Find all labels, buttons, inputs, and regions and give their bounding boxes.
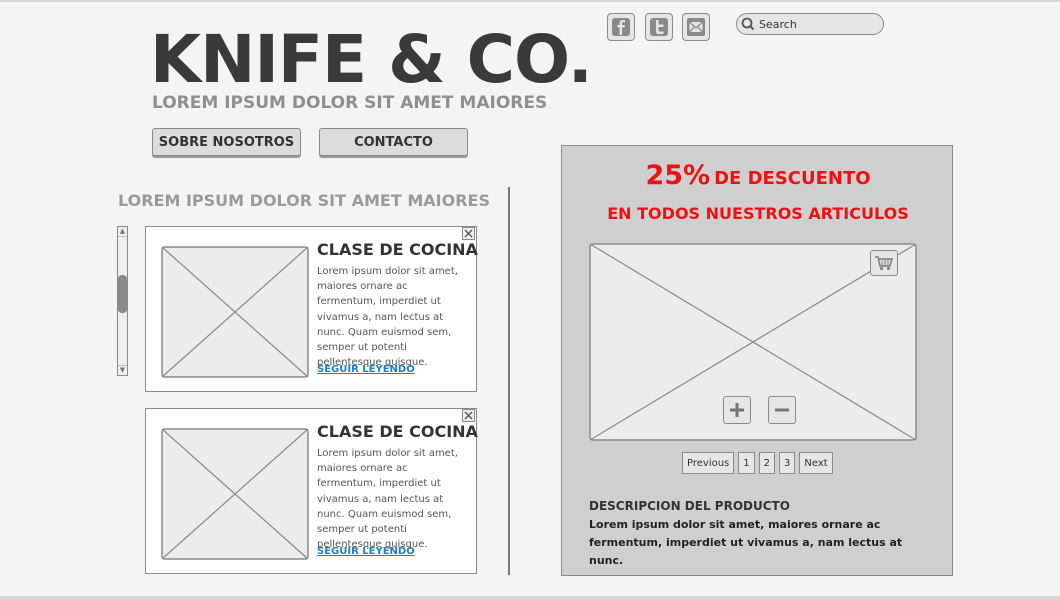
search-box[interactable] <box>736 13 884 35</box>
mail-button[interactable] <box>682 13 710 41</box>
shopping-cart-icon <box>875 256 893 270</box>
site-logo[interactable]: KNIFE & CO. <box>150 22 593 98</box>
scroll-thumb[interactable] <box>118 275 127 313</box>
minus-icon <box>775 408 789 412</box>
scrollbar[interactable]: ▲ ▼ <box>117 226 128 376</box>
section-heading: LOREM IPSUM DOLOR SIT AMET MAIORES <box>118 191 490 210</box>
zoom-out-button[interactable] <box>768 396 796 424</box>
read-more-link[interactable]: SEGUIR LEYENDO <box>317 546 415 557</box>
top-border <box>0 0 1060 2</box>
search-input[interactable] <box>759 17 869 31</box>
twitter-icon <box>650 18 668 36</box>
article-title: CLASE DE COCINA <box>317 240 478 259</box>
product-description-text: Lorem ipsum dolor sit amet, maiores orna… <box>589 518 903 567</box>
article-text: Lorem ipsum dolor sit amet, maiores orna… <box>317 266 458 369</box>
product-image-placeholder <box>589 243 917 441</box>
pagination: Previous 1 2 3 Next <box>682 452 833 474</box>
site-tagline: LOREM IPSUM DOLOR SIT AMET MAIORES <box>152 93 548 113</box>
article-text: Lorem ipsum dolor sit amet, maiores orna… <box>317 448 458 551</box>
promo-headline: 25% DE DESCUENTO <box>562 160 954 191</box>
search-icon <box>741 17 755 31</box>
scroll-down-icon[interactable]: ▼ <box>118 365 127 375</box>
facebook-button[interactable] <box>607 13 635 41</box>
mail-icon <box>687 18 705 36</box>
plus-icon <box>730 403 744 417</box>
next-page-button[interactable]: Next <box>799 452 833 474</box>
facebook-icon <box>612 18 630 36</box>
promo-panel: 25% DE DESCUENTO EN TODOS NUESTROS ARTICU… <box>561 145 953 576</box>
page-1-button[interactable]: 1 <box>738 452 755 474</box>
page-3-button[interactable]: 3 <box>779 452 796 474</box>
previous-page-button[interactable]: Previous <box>682 452 735 474</box>
read-more-link[interactable]: SEGUIR LEYENDO <box>317 364 415 375</box>
discount-label: DE DESCUENTO <box>714 168 871 189</box>
article-card: CLASE DE COCINA Lorem ipsum dolor sit am… <box>145 226 478 392</box>
scroll-up-icon[interactable]: ▲ <box>118 227 127 237</box>
close-icon[interactable] <box>462 409 475 422</box>
article-card: CLASE DE COCINA Lorem ipsum dolor sit am… <box>145 408 478 574</box>
zoom-in-button[interactable] <box>723 396 751 424</box>
page-2-button[interactable]: 2 <box>758 452 776 474</box>
promo-subline: EN TODOS NUESTROS ARTICULOS <box>607 204 909 223</box>
twitter-button[interactable] <box>645 13 673 41</box>
discount-percent: 25% <box>645 160 711 191</box>
column-divider <box>508 187 510 575</box>
image-placeholder <box>161 246 309 378</box>
about-us-button[interactable]: SOBRE NOSOTROS <box>152 128 301 156</box>
contact-button[interactable]: CONTACTO <box>319 128 468 156</box>
image-placeholder <box>161 428 309 560</box>
add-to-cart-button[interactable] <box>870 250 898 276</box>
close-icon[interactable] <box>462 227 475 240</box>
product-description-title: DESCRIPCION DEL PRODUCTO <box>589 499 790 513</box>
article-title: CLASE DE COCINA <box>317 422 478 441</box>
